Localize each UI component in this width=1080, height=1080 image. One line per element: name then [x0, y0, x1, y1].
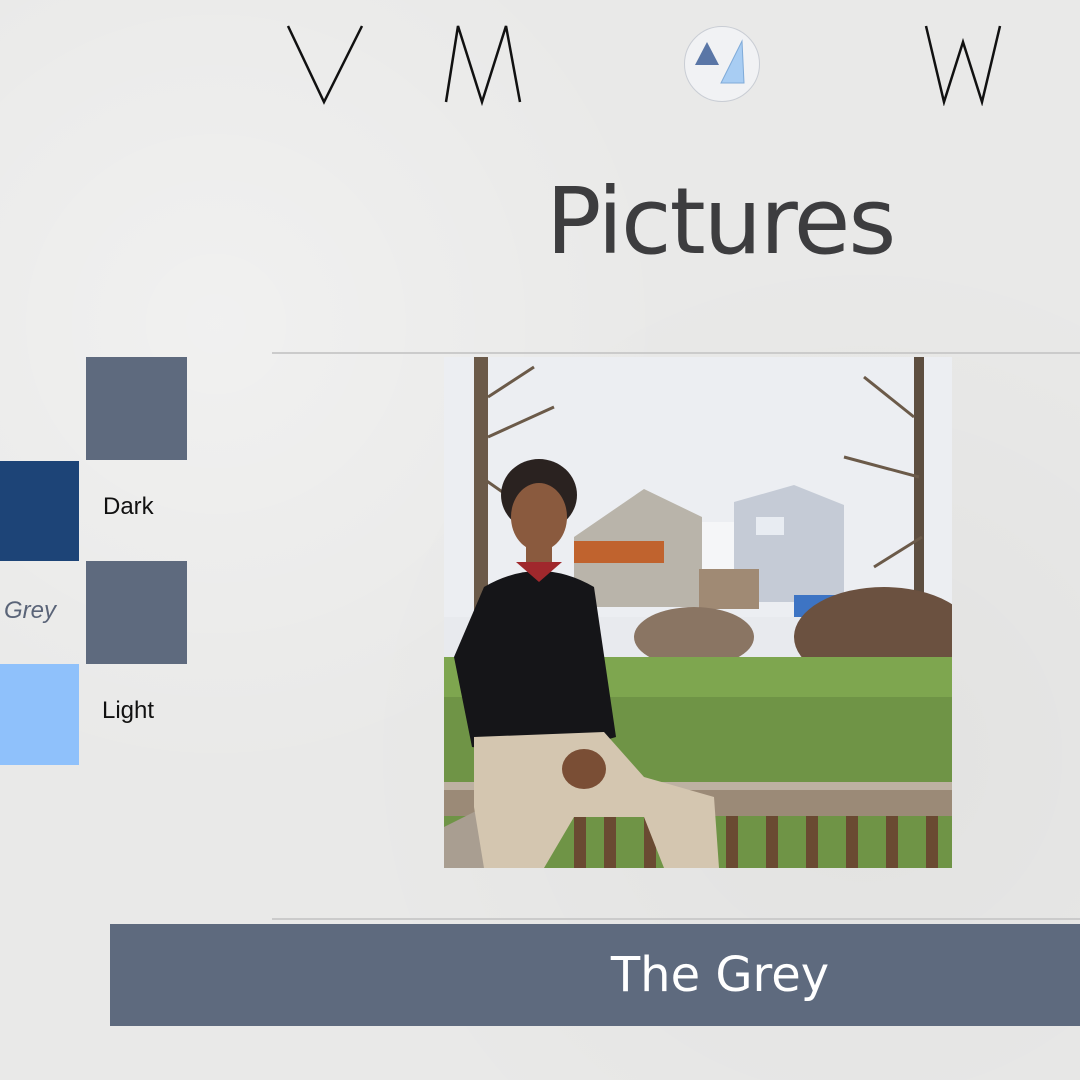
- m-letter-icon: [444, 25, 522, 106]
- bottom-divider: [272, 918, 1080, 920]
- caption-bar: The Grey: [110, 924, 1080, 1026]
- photo-image: [444, 357, 952, 868]
- swatch-label-light: Light: [102, 697, 155, 724]
- swatch-label-dark: Dark: [103, 493, 154, 520]
- nav-item-m[interactable]: [444, 22, 524, 106]
- top-divider: [272, 352, 1080, 354]
- swatch-light: [0, 664, 79, 765]
- page-title: Pictures: [546, 168, 896, 275]
- caption-text: The Grey: [610, 947, 830, 1003]
- nav-item-v[interactable]: [286, 22, 366, 106]
- featured-photo[interactable]: [444, 357, 952, 868]
- home-logo-button[interactable]: [684, 26, 760, 102]
- nav-item-w[interactable]: [924, 22, 1004, 106]
- v-letter-icon: [286, 25, 364, 105]
- triangles-logo-icon: [695, 39, 745, 84]
- swatch-dark: [0, 461, 79, 561]
- swatch-label-grey: Grey: [4, 597, 57, 624]
- swatch-grey-top: [86, 357, 187, 460]
- w-letter-icon: [924, 25, 1002, 106]
- swatch-grey: [86, 561, 187, 664]
